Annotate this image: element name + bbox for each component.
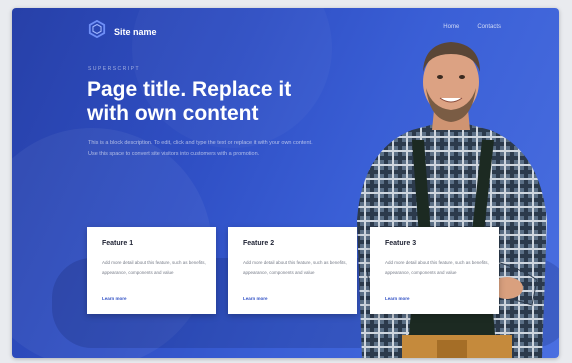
feature-card: Feature 2 Add more detail about this fea…	[228, 227, 357, 314]
hexagon-logo-icon	[88, 19, 106, 43]
learn-more-link[interactable]: Learn more	[243, 296, 268, 301]
hero-superscript: SUPERSCRIPT	[88, 66, 141, 72]
feature-title: Feature 2	[243, 240, 275, 247]
hero-description: This is a block description. To edit, cl…	[88, 140, 313, 157]
site-logo[interactable]: Site name	[88, 19, 157, 43]
feature-card: Feature 1 Add more detail about this fea…	[87, 227, 216, 314]
feature-card: Feature 3 Add more detail about this fea…	[370, 227, 499, 314]
hero-section: Site name Home Contacts SUPERSCRIPT Page…	[12, 8, 559, 358]
feature-description: Add more detail about this feature, such…	[102, 260, 206, 275]
feature-title: Feature 3	[385, 240, 417, 247]
page-title: Page title. Replace it with own content	[87, 78, 292, 125]
feature-title: Feature 1	[102, 240, 134, 247]
learn-more-link[interactable]: Learn more	[102, 296, 127, 301]
site-name: Site name	[114, 26, 157, 37]
feature-description: Add more detail about this feature, such…	[243, 260, 347, 275]
feature-description: Add more detail about this feature, such…	[385, 260, 489, 275]
learn-more-link[interactable]: Learn more	[385, 296, 410, 301]
